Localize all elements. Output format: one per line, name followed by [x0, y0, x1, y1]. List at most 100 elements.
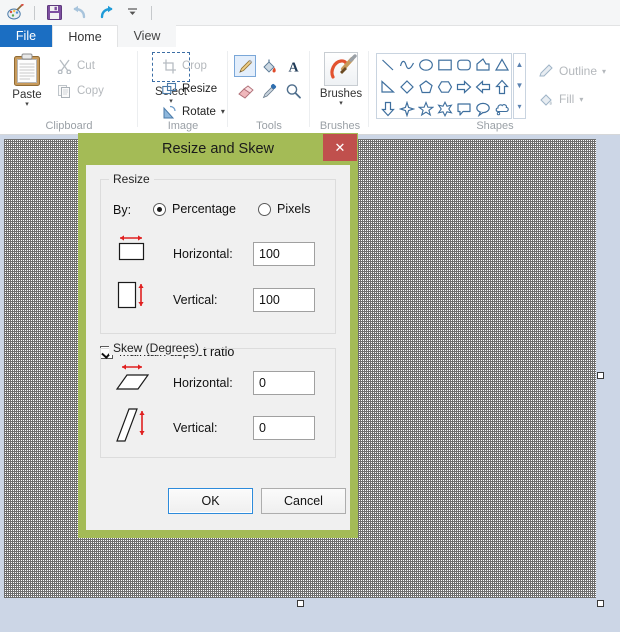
cut-button[interactable]: Cut [56, 58, 95, 74]
paste-label: Paste [12, 89, 42, 101]
quick-access-toolbar [0, 0, 620, 26]
five-point-star-shape-icon[interactable] [417, 99, 436, 119]
by-label: By: [113, 203, 132, 217]
triangle-shape-icon[interactable] [492, 55, 511, 75]
rectangle-shape-icon[interactable] [436, 55, 455, 75]
resize-vertical-input[interactable]: 100 [253, 288, 315, 312]
brushes-group-label: Brushes [319, 120, 361, 132]
skew-horizontal-input[interactable]: 0 [253, 371, 315, 395]
skew-horizontal-icon [115, 361, 151, 395]
canvas-resize-handle-right[interactable] [597, 372, 604, 379]
text-tool-icon[interactable]: A [282, 55, 304, 77]
tab-file[interactable]: File [0, 25, 52, 47]
outline-caret-icon[interactable]: ▾ [602, 67, 606, 76]
oval-shape-icon[interactable] [417, 55, 436, 75]
ribbon: Paste ▾ Cut Copy Clipboard Select ▾ Imag… [0, 47, 620, 135]
magnifier-tool-icon[interactable] [282, 80, 304, 102]
customize-quick-access-icon[interactable] [121, 2, 143, 23]
shapes-scroll-down-icon[interactable]: ▼ [514, 75, 525, 96]
ribbon-group-brushes: Brushes ▾ Brushes [311, 47, 369, 134]
curve-shape-icon[interactable] [398, 55, 417, 75]
skew-vertical-icon [115, 405, 151, 445]
resize-button[interactable]: Resize [161, 81, 217, 97]
radio-percentage[interactable]: Percentage [153, 202, 236, 216]
rotate-button[interactable]: Rotate ▾ [161, 104, 225, 120]
shapes-group-label: Shapes [476, 120, 514, 132]
brushes-icon [324, 52, 358, 86]
undo-icon[interactable] [69, 2, 91, 23]
radio-pixels-indicator [258, 202, 271, 216]
line-shape-icon[interactable] [379, 55, 398, 75]
diamond-shape-icon[interactable] [398, 77, 417, 97]
tool-row-1: A [234, 55, 306, 77]
canvas-resize-handle-corner[interactable] [597, 600, 604, 607]
fill-label: Fill [559, 92, 575, 106]
pentagon-shape-icon[interactable] [417, 77, 436, 97]
skew-vertical-label: Vertical: [173, 421, 218, 435]
shapes-more-icon[interactable]: ▾ [514, 96, 525, 117]
skew-vertical-input[interactable]: 0 [253, 416, 315, 440]
svg-text:A: A [288, 60, 299, 75]
fill-caret-icon[interactable]: ▾ [579, 95, 583, 104]
save-icon[interactable] [43, 2, 65, 23]
tool-row-2 [234, 80, 306, 102]
resize-horizontal-input[interactable]: 100 [253, 242, 315, 266]
redo-icon[interactable] [95, 2, 117, 23]
copy-icon [56, 83, 72, 99]
down-arrow-shape-icon[interactable] [379, 99, 398, 119]
group-divider-4 [368, 51, 369, 127]
six-point-star-shape-icon[interactable] [436, 99, 455, 119]
outline-button[interactable]: Outline ▾ [538, 63, 606, 79]
canvas-resize-handle-bottom[interactable] [297, 600, 304, 607]
rounded-rectangle-shape-icon[interactable] [454, 55, 473, 75]
copy-button[interactable]: Copy [56, 83, 104, 99]
cloud-callout-shape-icon[interactable] [492, 99, 511, 119]
hexagon-shape-icon[interactable] [436, 77, 455, 97]
fill-icon [538, 91, 554, 107]
tab-view[interactable]: View [118, 25, 176, 47]
color-picker-tool-icon[interactable] [258, 80, 280, 102]
resize-and-skew-dialog: Resize and Skew ✕ Resize By: Percentage … [78, 133, 358, 538]
brushes-button[interactable]: Brushes ▾ [319, 52, 363, 108]
skew-horizontal-label: Horizontal: [173, 376, 233, 390]
polygon-shape-icon[interactable] [473, 55, 492, 75]
shapes-gallery[interactable] [376, 53, 512, 119]
rotate-label: Rotate [182, 106, 216, 118]
copy-label: Copy [77, 85, 104, 97]
oval-callout-shape-icon[interactable] [473, 99, 492, 119]
tab-home[interactable]: Home [52, 25, 118, 47]
up-arrow-shape-icon[interactable] [492, 77, 511, 97]
left-arrow-shape-icon[interactable] [473, 77, 492, 97]
ok-button[interactable]: OK [168, 488, 253, 514]
crop-button[interactable]: Crop [161, 58, 207, 74]
pencil-tool-icon[interactable] [234, 55, 256, 77]
fill-with-color-tool-icon[interactable] [258, 55, 280, 77]
image-group-label: Image [167, 120, 199, 132]
right-arrow-shape-icon[interactable] [454, 77, 473, 97]
brushes-caret-icon[interactable]: ▾ [319, 100, 363, 108]
ribbon-group-clipboard: Paste ▾ Cut Copy Clipboard [0, 47, 138, 134]
shapes-scrollbar[interactable]: ▲ ▼ ▾ [513, 53, 526, 119]
resize-vertical-icon [115, 278, 149, 312]
shapes-row-3 [377, 98, 511, 120]
resize-group: Resize By: Percentage Pixels Horizontal:… [100, 172, 336, 334]
eraser-tool-icon[interactable] [234, 80, 256, 102]
tools-group-label: Tools [256, 120, 282, 132]
ribbon-group-shapes: ▲ ▼ ▾ Outline ▾ Fill ▾ Shapes [370, 47, 620, 134]
paste-button[interactable]: Paste ▾ [6, 53, 48, 109]
paint-logo-icon[interactable] [4, 2, 26, 23]
cut-label: Cut [77, 60, 95, 72]
right-triangle-shape-icon[interactable] [379, 77, 398, 97]
radio-pixels[interactable]: Pixels [258, 202, 310, 216]
rotate-caret-icon[interactable]: ▾ [221, 108, 225, 116]
rounded-callout-shape-icon[interactable] [454, 99, 473, 119]
radio-percentage-label: Percentage [172, 202, 236, 216]
four-point-star-shape-icon[interactable] [398, 99, 417, 119]
close-icon[interactable]: ✕ [323, 134, 357, 161]
outline-icon [538, 63, 554, 79]
shapes-scroll-up-icon[interactable]: ▲ [514, 54, 525, 75]
paste-caret-icon[interactable]: ▾ [6, 101, 48, 109]
cancel-button[interactable]: Cancel [261, 488, 346, 514]
fill-button[interactable]: Fill ▾ [538, 91, 583, 107]
resize-label: Resize [182, 83, 218, 95]
